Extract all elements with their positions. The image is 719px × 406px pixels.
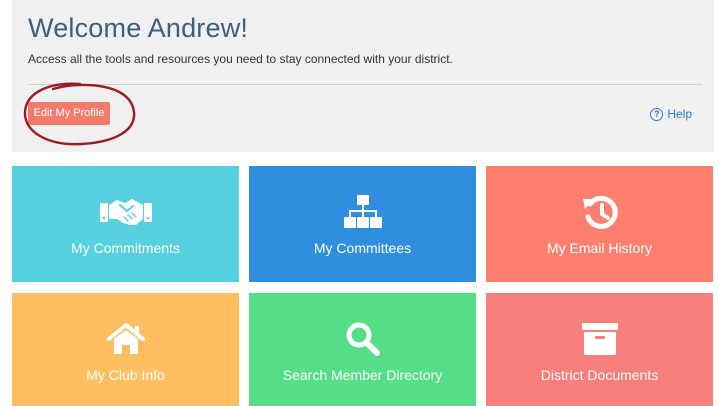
header-divider <box>28 84 702 85</box>
help-label: Help <box>667 107 692 121</box>
handshake-icon <box>12 192 239 232</box>
tile-my-committees[interactable]: My Committees <box>249 166 476 282</box>
org-chart-icon <box>249 192 476 232</box>
question-circle-icon: ? <box>650 107 664 121</box>
tile-label: My Commitments <box>71 240 180 256</box>
help-link[interactable]: ? Help <box>650 107 692 121</box>
page-subtitle: Access all the tools and resources you n… <box>28 52 453 66</box>
home-icon <box>12 319 239 359</box>
tile-label: District Documents <box>540 367 659 383</box>
tile-label: My Committees <box>313 240 412 256</box>
archive-box-icon <box>486 319 713 359</box>
tile-my-club-info[interactable]: My Club Info <box>12 293 239 406</box>
welcome-header: Welcome Andrew! Access all the tools and… <box>12 0 714 152</box>
edit-profile-button[interactable]: Edit My Profile <box>28 102 110 125</box>
page-title: Welcome Andrew! <box>28 13 249 43</box>
tile-label: Search Member Directory <box>282 367 443 383</box>
tile-label: My Club Info <box>86 367 165 383</box>
search-icon <box>249 319 476 359</box>
dashboard-page: Welcome Andrew! Access all the tools and… <box>0 0 719 406</box>
tile-my-email-history[interactable]: My Email History <box>486 166 713 282</box>
tile-search-member-directory[interactable]: Search Member Directory <box>249 293 476 406</box>
tile-label: My Email History <box>546 240 652 256</box>
tile-district-documents[interactable]: District Documents <box>486 293 713 406</box>
tile-my-commitments[interactable]: My Commitments <box>12 166 239 282</box>
history-icon <box>486 192 713 232</box>
